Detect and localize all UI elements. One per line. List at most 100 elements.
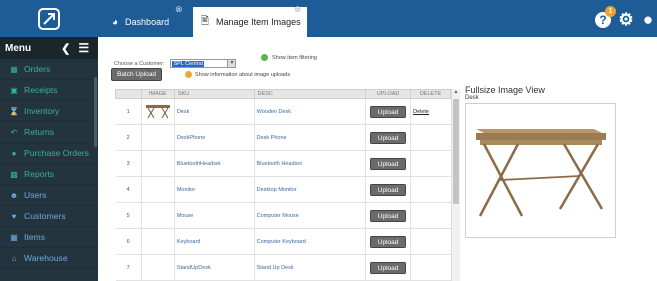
table-row[interactable]: 6 Keyboard Computer Keyboard Upload [115, 228, 451, 255]
sku-cell: Mouse [174, 202, 255, 229]
sku-cell: Monitor [174, 176, 255, 203]
reply-icon: ↶ [10, 127, 18, 137]
table-row[interactable]: 2 DeskPhone Desk Phone Upload [115, 124, 451, 151]
circle-icon: ● [11, 148, 17, 158]
collapse-chevron-icon[interactable]: ❮ [61, 42, 70, 55]
table-row[interactable]: 7 StandUpDesk Stand Up Desk Upload [115, 254, 451, 281]
info-label: Show information about image uploads [195, 71, 291, 78]
upload-button[interactable]: Upload [370, 157, 407, 170]
sidebar-item-label: Items [24, 232, 46, 242]
sidebar-item-receipts[interactable]: ▣ Receipts [0, 80, 98, 101]
table-row[interactable]: 4 Monitor Desktop Monitor Upload [115, 176, 451, 203]
image-icon: 🖹 [201, 15, 210, 27]
table-row[interactable]: 5 Mouse Computer Mouse Upload [115, 202, 451, 229]
app-logo[interactable] [0, 0, 98, 37]
desc-cell: Desk Phone [254, 124, 367, 151]
customer-label: Choose a Customer: [114, 60, 165, 67]
col-header-delete[interactable]: DELETE [410, 89, 451, 99]
row-number: 1 [115, 98, 142, 125]
sidebar-scrollbar[interactable] [94, 77, 97, 147]
col-header-upload[interactable]: UPLOAD [365, 89, 412, 99]
item-thumbnail[interactable] [141, 202, 175, 229]
col-header-image[interactable]: IMAGE [140, 89, 175, 99]
sidebar-item-returns[interactable]: ↶ Returns [0, 122, 98, 143]
upload-cell: Upload [365, 176, 412, 203]
close-tab-icon[interactable]: ⊗ [294, 4, 302, 15]
notification-badge: 1 [605, 6, 616, 17]
gear-icon[interactable]: ⚙ [617, 10, 635, 30]
show-item-filtering-link[interactable]: Show item filtering [261, 54, 317, 61]
sidebar-item-items[interactable]: ▦ Items [0, 227, 98, 248]
info-icon [185, 71, 192, 78]
dashboard-icon: ◕ [112, 16, 119, 28]
sku-cell: Desk [174, 98, 255, 125]
table-header-row: IMAGE SKU DESC UPLOAD DELETE [115, 89, 451, 99]
item-thumbnail[interactable] [141, 228, 175, 255]
upload-button[interactable]: Upload [370, 105, 407, 118]
upload-button[interactable]: Upload [370, 209, 407, 222]
sidebar-item-label: Customers [24, 211, 66, 221]
delete-link[interactable]: Delete [413, 109, 429, 115]
table-icon: ▩ [10, 169, 18, 179]
sidebar-item-label: Orders [24, 64, 51, 74]
desk-fullsize-image [476, 129, 606, 217]
upload-button[interactable]: Upload [370, 261, 407, 274]
sidebar-item-warehouse[interactable]: ⌂ Warehouse [0, 248, 98, 269]
desc-cell: Computer Mouse [254, 202, 367, 229]
desc-cell: Bluetooth Headset [254, 150, 367, 177]
table-scroll-thumb[interactable] [453, 99, 459, 204]
upload-cell: Upload [365, 150, 412, 177]
help-button[interactable]: ? 1 [595, 6, 616, 28]
row-number: 6 [115, 228, 142, 255]
user-icon[interactable]: ● [639, 10, 657, 30]
col-header-num [115, 89, 142, 99]
menu-header: Menu ❮ ☰ [0, 37, 98, 59]
sidebar-item-orders[interactable]: ▦ Orders [0, 59, 98, 80]
row-number: 7 [115, 254, 142, 281]
table-row[interactable]: 1 Desk Wooden Desk Upload Delete [115, 98, 451, 125]
show-upload-info-link[interactable]: Show information about image uploads [185, 71, 290, 78]
upload-button[interactable]: Upload [370, 131, 407, 144]
sidebar-item-reports[interactable]: ▩ Reports [0, 164, 98, 185]
upload-button[interactable]: Upload [370, 235, 407, 248]
upload-cell: Upload [365, 202, 412, 229]
item-thumbnail[interactable] [141, 254, 175, 281]
logo-icon [38, 7, 60, 30]
sidebar-item-label: Receipts [24, 85, 58, 95]
batch-upload-button[interactable]: Batch Upload [111, 68, 162, 81]
tab-dashboard[interactable]: ◕ Dashboard ⊗ [106, 4, 191, 37]
upload-cell: Upload [365, 98, 412, 125]
item-thumbnail[interactable] [141, 150, 175, 177]
col-header-sku[interactable]: SKU [173, 89, 255, 99]
sidebar-item-users[interactable]: ☻ Users [0, 185, 98, 206]
delete-cell [410, 124, 451, 151]
col-header-desc[interactable]: DESC [253, 89, 367, 99]
sku-cell: BluetoothHeadset [174, 150, 255, 177]
sidebar-item-label: Reports [24, 169, 55, 179]
sidebar-item-label: Inventory [24, 106, 60, 116]
upload-cell: Upload [365, 228, 412, 255]
delete-cell [410, 202, 451, 229]
tab-label: Manage Item Images [216, 17, 301, 27]
sitemap-icon: ▦ [10, 64, 18, 74]
sidebar-item-label: Users [24, 190, 47, 200]
sidebar-item-inventory[interactable]: ⌛ Inventory [0, 101, 98, 122]
table-scrollbar[interactable]: ▲ [451, 89, 460, 281]
item-thumbnail[interactable] [141, 98, 175, 125]
hamburger-icon[interactable]: ☰ [78, 41, 89, 55]
delete-cell [410, 228, 451, 255]
upload-button[interactable]: Upload [370, 183, 407, 196]
sidebar-item-customers[interactable]: ♥ Customers [0, 206, 98, 227]
item-thumbnail[interactable] [141, 176, 175, 203]
close-tab-icon[interactable]: ⊗ [175, 4, 183, 15]
sidebar-item-purchase-orders[interactable]: ● Purchase Orders [0, 143, 98, 164]
tab-manage-item-images[interactable]: 🖹 Manage Item Images ⊗ [193, 4, 307, 37]
customer-select[interactable]: SPL Central ▼ [170, 59, 237, 68]
top-bar: ◕ Dashboard ⊗ 🖹 Manage Item Images ⊗ ? 1… [0, 0, 657, 37]
table-row[interactable]: 3 BluetoothHeadset Bluetooth Headset Upl… [115, 150, 451, 177]
scroll-up-arrow-icon[interactable]: ▲ [452, 89, 460, 97]
fullsize-title: Fullsize Image View [465, 85, 545, 95]
hourglass-icon: ⌛ [9, 106, 19, 116]
sku-cell: Keyboard [174, 228, 255, 255]
item-thumbnail[interactable] [141, 124, 175, 151]
